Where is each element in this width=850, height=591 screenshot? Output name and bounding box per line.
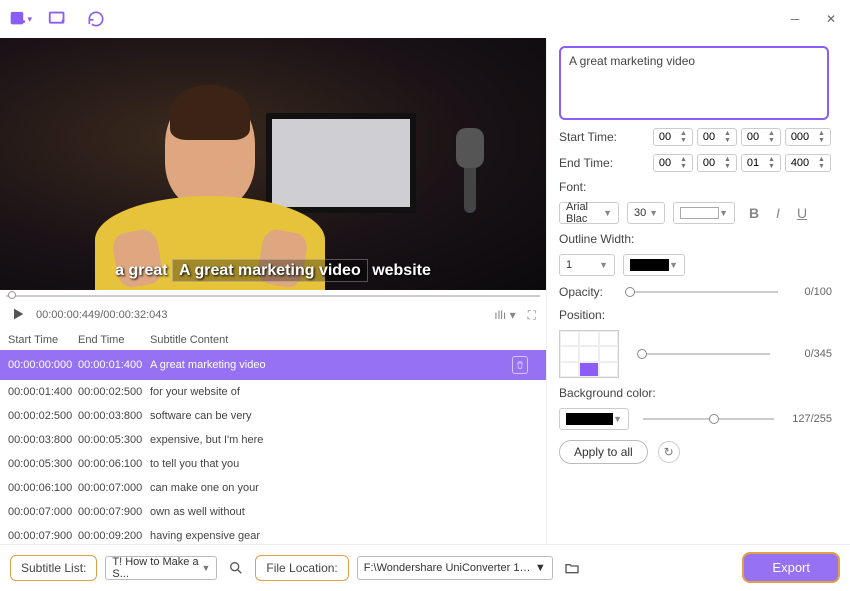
file-location-label: File Location: <box>255 555 348 581</box>
subtitle-list-label: Subtitle List: <box>10 555 97 581</box>
position-slider[interactable] <box>637 346 770 362</box>
font-family-select[interactable]: Arial Blac▼ <box>559 202 619 224</box>
outline-width-label: Outline Width: <box>559 232 832 246</box>
search-icon[interactable] <box>225 557 247 579</box>
end-hh[interactable]: ▲▼ <box>653 154 693 172</box>
end-ms[interactable]: ▲▼ <box>785 154 831 172</box>
end-mm[interactable]: ▲▼ <box>697 154 737 172</box>
video-preview[interactable]: a great A great marketing video website <box>0 38 546 290</box>
bold-button[interactable]: B <box>745 205 763 221</box>
start-ms[interactable]: ▲▼ <box>785 128 831 146</box>
file-location-select[interactable]: F:\Wondershare UniConverter 13\SubEdi▼ <box>357 556 553 580</box>
fullscreen-icon[interactable]: ⛶ <box>528 308 536 323</box>
start-mm[interactable]: ▲▼ <box>697 128 737 146</box>
table-row[interactable]: 00:00:07:90000:00:09:200having expensive… <box>0 524 546 544</box>
bg-opacity-slider[interactable] <box>643 411 774 427</box>
subtitle-list-select[interactable]: T! How to Make a S...▼ <box>105 556 217 580</box>
minimize-button[interactable]: ─ <box>784 8 806 30</box>
font-label: Font: <box>559 180 832 194</box>
table-row[interactable]: 00:00:01:40000:00:02:500for your website… <box>0 380 546 404</box>
bg-color-label: Background color: <box>559 386 832 400</box>
opacity-value: 0/100 <box>788 286 832 298</box>
subtitle-text-input[interactable] <box>559 46 829 120</box>
apply-to-all-button[interactable]: Apply to all <box>559 440 648 464</box>
scrub-track[interactable] <box>6 295 540 297</box>
table-row[interactable]: 00:00:02:50000:00:03:800software can be … <box>0 404 546 428</box>
add-screen-button[interactable] <box>46 7 70 31</box>
opacity-slider[interactable] <box>625 284 778 300</box>
reset-button[interactable]: ↻ <box>658 441 680 463</box>
outline-color-select[interactable]: ▼ <box>623 254 685 276</box>
position-grid[interactable] <box>559 330 619 378</box>
refresh-media-button[interactable] <box>84 7 108 31</box>
start-time-label: Start Time: <box>559 130 649 144</box>
end-time-label: End Time: <box>559 156 649 170</box>
close-button[interactable]: ✕ <box>820 8 842 30</box>
italic-button[interactable]: I <box>769 205 787 221</box>
subtitle-table-head: Start Time End Time Subtitle Content <box>0 330 546 350</box>
outline-width-select[interactable]: 1▼ <box>559 254 615 276</box>
opacity-label: Opacity: <box>559 285 615 299</box>
delete-row-icon[interactable] <box>512 356 528 374</box>
subtitle-table-body[interactable]: 00:00:00:00000:00:01:400A great marketin… <box>0 350 546 544</box>
bg-opacity-value: 127/255 <box>788 413 832 425</box>
timecode: 00:00:00:449/00:00:32:043 <box>36 309 168 321</box>
add-media-button[interactable]: ▾ <box>8 7 32 31</box>
start-hh[interactable]: ▲▼ <box>653 128 693 146</box>
font-color-select[interactable]: ▼ <box>673 202 735 224</box>
waveform-icon[interactable]: ıllı ▾ <box>494 308 515 323</box>
scrub-thumb[interactable] <box>8 291 16 299</box>
font-size-select[interactable]: 30▼ <box>627 202 665 224</box>
video-subtitle-overlay: a great A great marketing video website <box>0 262 546 280</box>
table-row[interactable]: 00:00:07:00000:00:07:900own as well with… <box>0 500 546 524</box>
start-ss[interactable]: ▲▼ <box>741 128 781 146</box>
table-row[interactable]: 00:00:06:10000:00:07:000can make one on … <box>0 476 546 500</box>
table-row[interactable]: 00:00:03:80000:00:05:300expensive, but I… <box>0 428 546 452</box>
bg-color-select[interactable]: ▼ <box>559 408 629 430</box>
play-button[interactable] <box>10 306 26 325</box>
table-row[interactable]: 00:00:00:00000:00:01:400A great marketin… <box>0 350 546 380</box>
export-button[interactable]: Export <box>742 552 840 583</box>
position-bottom-center[interactable] <box>579 362 598 377</box>
underline-button[interactable]: U <box>793 205 811 221</box>
end-ss[interactable]: ▲▼ <box>741 154 781 172</box>
table-row[interactable]: 00:00:05:30000:00:06:100to tell you that… <box>0 452 546 476</box>
folder-icon[interactable] <box>561 557 583 579</box>
position-label: Position: <box>559 308 832 322</box>
position-value: 0/345 <box>788 348 832 360</box>
